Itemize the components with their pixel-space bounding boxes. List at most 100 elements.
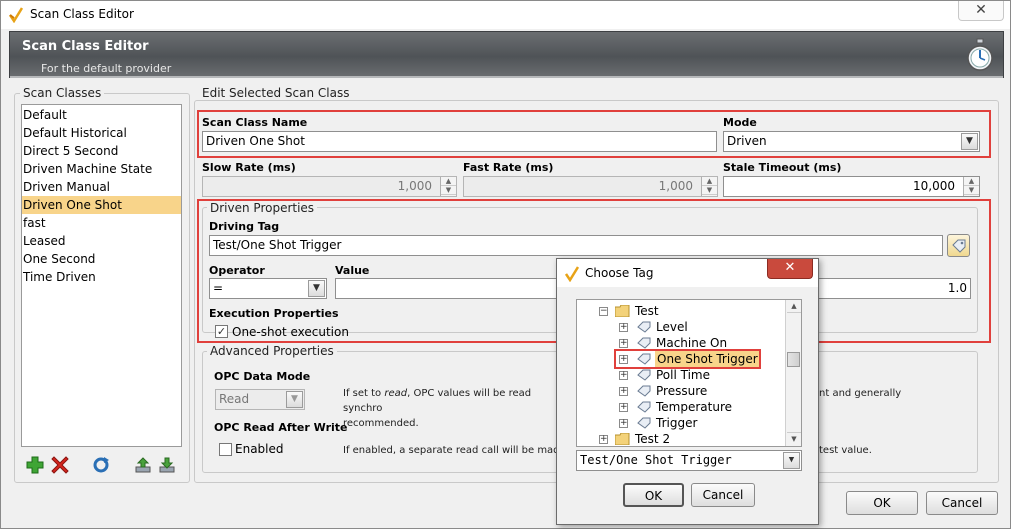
refresh-icon[interactable] <box>92 456 110 474</box>
list-item[interactable]: Direct 5 Second <box>22 142 181 160</box>
advanced-properties-legend: Advanced Properties <box>207 344 337 358</box>
expand-icon[interactable]: + <box>619 403 628 412</box>
tag-icon <box>952 239 966 253</box>
tag-icon <box>637 321 651 333</box>
cancel-button[interactable]: Cancel <box>926 491 998 515</box>
list-item[interactable]: Leased <box>22 232 181 250</box>
browse-tag-button[interactable] <box>947 234 970 257</box>
desc-emphasis: read <box>384 388 408 399</box>
opc-data-mode-label: OPC Data Mode <box>214 370 311 383</box>
expand-icon[interactable]: + <box>619 387 628 396</box>
chevron-down-icon[interactable]: ▼ <box>961 133 978 150</box>
close-icon: ✕ <box>784 260 796 275</box>
import-icon[interactable] <box>158 456 176 474</box>
export-icon[interactable] <box>134 456 152 474</box>
scroll-up-icon[interactable]: ▲ <box>787 300 801 313</box>
slow-rate-input[interactable]: 1,000 ▲ ▼ <box>202 176 457 197</box>
chevron-down-icon[interactable]: ▼ <box>308 280 325 297</box>
expand-icon[interactable]: + <box>619 339 628 348</box>
fast-rate-spinner[interactable]: ▲ ▼ <box>701 177 717 196</box>
banner-subtitle: For the default provider <box>41 62 172 75</box>
banner-divider <box>10 76 1003 78</box>
list-item-selected[interactable]: Driven One Shot <box>22 196 181 214</box>
folder-icon <box>615 305 630 317</box>
list-item[interactable]: Default Historical <box>22 124 181 142</box>
scan-class-editor-window: Scan Class Editor ✕ Scan Class Editor Fo… <box>0 0 1011 529</box>
collapse-icon[interactable]: − <box>599 307 608 316</box>
scroll-thumb[interactable] <box>787 352 800 367</box>
edit-scan-class-legend: Edit Selected Scan Class <box>199 86 353 100</box>
one-shot-checkbox[interactable]: ✓ <box>215 325 228 338</box>
tree-folder-test[interactable]: Test <box>635 303 659 319</box>
read-after-write-description-tail: test value. <box>819 445 872 456</box>
dialog-ok-button[interactable]: OK <box>623 483 684 507</box>
tree-item[interactable]: Level <box>656 319 688 335</box>
mode-value: Driven <box>727 134 767 148</box>
add-icon[interactable] <box>26 456 44 474</box>
list-item[interactable]: Default <box>22 106 181 124</box>
scan-classes-list[interactable]: Default Default Historical Direct 5 Seco… <box>21 104 182 447</box>
one-shot-label: One-shot execution <box>232 325 349 339</box>
ok-button[interactable]: OK <box>846 491 918 515</box>
delete-icon[interactable] <box>51 456 69 474</box>
scan-classes-legend: Scan Classes <box>20 86 105 100</box>
list-item[interactable]: Driven Manual <box>22 178 181 196</box>
tag-icon <box>637 369 651 381</box>
tree-item[interactable]: Trigger <box>656 415 697 431</box>
read-after-write-checkbox[interactable] <box>219 443 232 456</box>
chevron-down-icon[interactable]: ▼ <box>783 452 800 469</box>
tree-folder-test-2[interactable]: Test 2 <box>635 431 670 446</box>
list-item[interactable]: Time Driven <box>22 268 181 286</box>
slow-rate-label: Slow Rate (ms) <box>202 161 296 174</box>
app-logo-icon <box>565 266 579 282</box>
tag-tree[interactable]: − Test + Level + Machine On + One Shot T… <box>576 299 802 447</box>
scan-class-name-input[interactable]: Driven One Shot <box>202 131 717 152</box>
banner-title: Scan Class Editor <box>22 39 149 54</box>
stale-timeout-value: 10,000 <box>913 179 955 193</box>
driving-tag-label: Driving Tag <box>209 220 280 233</box>
desc-text: recommended. <box>343 418 419 429</box>
expand-icon[interactable]: + <box>619 419 628 428</box>
folder-icon <box>615 433 630 445</box>
driven-properties-legend: Driven Properties <box>207 201 318 215</box>
list-item[interactable]: One Second <box>22 250 181 268</box>
tree-item[interactable]: Poll Time <box>656 367 710 383</box>
tag-path-value: Test/One Shot Trigger <box>580 453 732 467</box>
fast-rate-input[interactable]: 1,000 ▲ ▼ <box>463 176 718 197</box>
tag-path-combobox[interactable]: Test/One Shot Trigger ▼ <box>576 450 802 471</box>
dialog-cancel-button[interactable]: Cancel <box>691 483 755 507</box>
title-bar: Scan Class Editor ✕ <box>1 1 1010 29</box>
tag-icon <box>637 417 651 429</box>
driving-tag-input[interactable]: Test/One Shot Trigger <box>209 235 943 256</box>
operator-label: Operator <box>209 264 265 277</box>
list-item[interactable]: fast <box>22 214 181 232</box>
mode-label: Mode <box>723 116 757 129</box>
expand-icon[interactable]: + <box>599 435 608 444</box>
fast-rate-value: 1,000 <box>658 179 693 193</box>
expand-icon[interactable]: + <box>619 323 628 332</box>
read-after-write-description: If enabled, a separate read call will be… <box>343 445 566 456</box>
tree-scrollbar[interactable]: ▲ ▼ <box>785 300 801 446</box>
stale-timeout-input[interactable]: 10,000 ▲ ▼ <box>723 176 980 197</box>
operator-select[interactable]: = ▼ <box>209 278 327 299</box>
chevron-down-icon[interactable]: ▼ <box>286 391 303 408</box>
operator-value: = <box>213 281 224 295</box>
list-item[interactable]: Driven Machine State <box>22 160 181 178</box>
desc-text: If set to <box>343 388 382 399</box>
tag-icon <box>637 385 651 397</box>
opc-data-mode-select[interactable]: Read ▼ <box>215 389 305 410</box>
execution-properties-label: Execution Properties <box>209 307 339 320</box>
tag-icon <box>637 337 651 349</box>
tree-item[interactable]: Pressure <box>656 383 707 399</box>
expand-icon[interactable]: + <box>619 371 628 380</box>
tree-item[interactable]: Temperature <box>656 399 732 415</box>
stale-timeout-spinner[interactable]: ▲ ▼ <box>963 177 979 196</box>
scroll-down-icon[interactable]: ▼ <box>787 432 801 445</box>
app-logo-icon <box>9 7 23 23</box>
window-close-button[interactable]: ✕ <box>958 1 1004 21</box>
dialog-close-button[interactable]: ✕ <box>767 259 813 279</box>
enabled-label: Enabled <box>235 442 284 456</box>
slow-rate-spinner[interactable]: ▲ ▼ <box>440 177 456 196</box>
opc-data-mode-description-tail: nt and generally <box>819 388 902 399</box>
mode-select[interactable]: Driven ▼ <box>723 131 980 152</box>
